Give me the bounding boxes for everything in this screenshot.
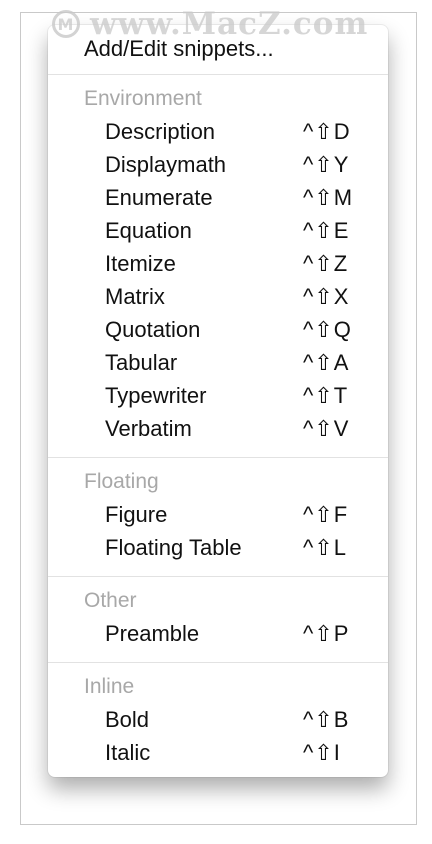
menu-item-label: Add/Edit snippets... [84, 36, 274, 61]
menu-item-shortcut: ^⇧L [303, 535, 347, 560]
menu-item-equation[interactable]: Equation ^⇧E [48, 215, 388, 248]
snippets-menu: Add/Edit snippets... Environment Descrip… [48, 25, 388, 777]
menu-item-label: Tabular [105, 350, 178, 375]
menu-item-label: Typewriter [105, 383, 207, 408]
menu-separator [48, 576, 388, 577]
menu-item-matrix[interactable]: Matrix ^⇧X [48, 281, 388, 314]
menu-item-shortcut: ^⇧I [303, 740, 341, 765]
menu-item-add-edit-snippets[interactable]: Add/Edit snippets... [48, 33, 388, 66]
section-header-floating: Floating [84, 470, 159, 493]
menu-item-label: Displaymath [105, 152, 227, 177]
menu-item-verbatim[interactable]: Verbatim ^⇧V [48, 413, 388, 446]
menu-separator [48, 662, 388, 663]
menu-item-shortcut: ^⇧P [303, 621, 350, 646]
menu-item-tabular[interactable]: Tabular ^⇧A [48, 347, 388, 380]
menu-item-italic[interactable]: Italic ^⇧I [48, 737, 388, 770]
menu-item-label: Enumerate [105, 185, 213, 210]
menu-item-label: Itemize [105, 251, 176, 276]
menu-separator [48, 74, 388, 75]
menu-item-shortcut: ^⇧Y [303, 152, 350, 177]
menu-separator [48, 457, 388, 458]
menu-item-description[interactable]: Description ^⇧D [48, 116, 388, 149]
menu-item-label: Quotation [105, 317, 201, 342]
menu-item-bold[interactable]: Bold ^⇧B [48, 704, 388, 737]
menu-item-shortcut: ^⇧D [303, 119, 351, 144]
menu-item-label: Preamble [105, 621, 200, 646]
menu-item-preamble[interactable]: Preamble ^⇧P [48, 618, 388, 651]
menu-item-quotation[interactable]: Quotation ^⇧Q [48, 314, 388, 347]
menu-item-typewriter[interactable]: Typewriter ^⇧T [48, 380, 388, 413]
section-header-inline: Inline [84, 675, 135, 698]
menu-item-label: Bold [105, 707, 150, 732]
menu-item-enumerate[interactable]: Enumerate ^⇧M [48, 182, 388, 215]
menu-item-label: Description [105, 119, 216, 144]
menu-item-shortcut: ^⇧Q [303, 317, 352, 342]
menu-item-label: Verbatim [105, 416, 192, 441]
menu-item-shortcut: ^⇧T [303, 383, 349, 408]
menu-item-shortcut: ^⇧E [303, 218, 350, 243]
menu-item-figure[interactable]: Figure ^⇧F [48, 499, 388, 532]
menu-item-itemize[interactable]: Itemize ^⇧Z [48, 248, 388, 281]
menu-item-label: Equation [105, 218, 192, 243]
menu-item-label: Matrix [105, 284, 165, 309]
menu-item-floating-table[interactable]: Floating Table ^⇧L [48, 532, 388, 565]
menu-item-shortcut: ^⇧Z [303, 251, 349, 276]
menu-item-label: Figure [105, 502, 168, 527]
menu-item-shortcut: ^⇧F [303, 502, 349, 527]
section-header-other: Other [84, 589, 137, 612]
menu-item-label: Italic [105, 740, 151, 765]
menu-item-shortcut: ^⇧M [303, 185, 354, 210]
menu-item-shortcut: ^⇧X [303, 284, 350, 309]
menu-item-shortcut: ^⇧V [303, 416, 350, 441]
menu-item-displaymath[interactable]: Displaymath ^⇧Y [48, 149, 388, 182]
menu-item-label: Floating Table [105, 535, 242, 560]
section-header-environment: Environment [84, 87, 202, 110]
menu-item-shortcut: ^⇧B [303, 707, 350, 732]
menu-item-shortcut: ^⇧A [303, 350, 350, 375]
